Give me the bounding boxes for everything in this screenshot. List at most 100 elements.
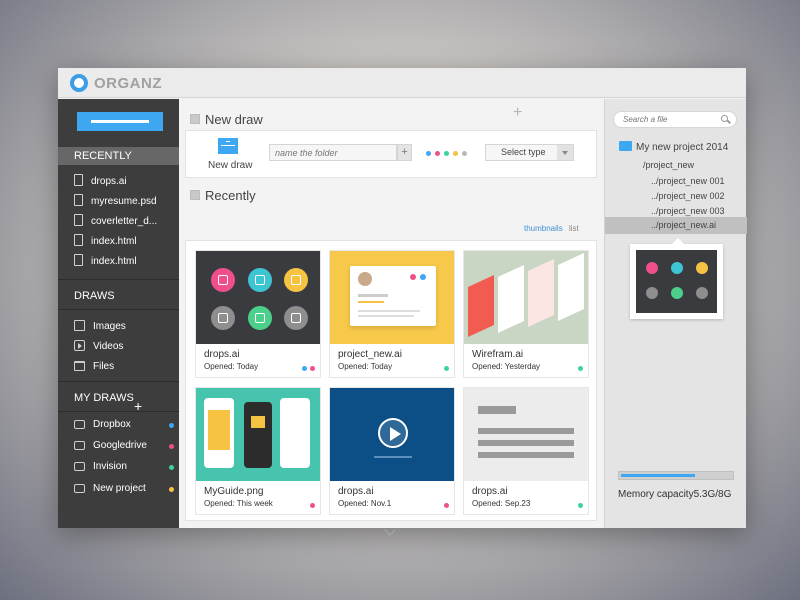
recent-file-item[interactable]: index.html <box>74 254 174 270</box>
search-input[interactable] <box>613 111 737 128</box>
new-draw-title: New draw <box>205 112 263 127</box>
thumbnail <box>464 251 588 344</box>
phone-mockup <box>280 398 310 468</box>
my-draws-item-googledrive[interactable]: Googledrive <box>74 438 174 454</box>
status-dot <box>410 274 416 280</box>
color-option[interactable] <box>426 151 431 156</box>
section-icon <box>190 190 200 200</box>
draws-item-videos[interactable]: Videos <box>74 339 174 355</box>
thumbnails-toggle[interactable]: thumbnails <box>524 224 563 233</box>
file-card[interactable]: Wirefram.ai Opened: Yesterday <box>463 250 589 378</box>
folder-name-input[interactable] <box>269 144 397 161</box>
heart-icon <box>696 262 708 274</box>
section-icon <box>190 114 200 124</box>
recent-files-panel: drops.ai Opened: Today project_new.ai Op… <box>185 240 597 536</box>
search-icon[interactable] <box>721 115 728 122</box>
tree-item-selected[interactable]: ../project_new.ai <box>651 220 716 230</box>
recent-file-item[interactable]: index.html <box>74 234 174 250</box>
tree-item[interactable]: ../project_new 001 <box>651 176 725 186</box>
placeholder-bar <box>478 452 574 458</box>
tree-item[interactable]: ../project_new 002 <box>651 191 725 201</box>
card-name: Wirefram.ai <box>472 349 524 360</box>
folder-icon <box>619 141 632 151</box>
card-meta: Opened: Yesterday <box>472 362 541 371</box>
status-dot <box>578 503 583 508</box>
card-name: project_new.ai <box>338 349 402 360</box>
play-triangle <box>390 427 401 441</box>
card-meta: Opened: Nov.1 <box>338 499 392 508</box>
trash-icon <box>248 268 272 292</box>
placeholder-bar <box>478 406 516 414</box>
chevron-down-icon[interactable] <box>384 524 396 536</box>
app-title: ORGANZ <box>94 75 162 92</box>
map-preview <box>208 410 230 450</box>
icon-glyph <box>255 313 265 323</box>
icon-glyph <box>218 313 228 323</box>
image-icon <box>74 320 85 331</box>
card-name: MyGuide.png <box>204 486 264 497</box>
icon-glyph <box>255 275 265 285</box>
file-card[interactable]: MyGuide.png Opened: This week <box>195 387 321 515</box>
avatar <box>358 272 372 286</box>
draws-header[interactable]: DRAWS <box>58 287 179 305</box>
swap-icon <box>646 262 658 274</box>
lightning-icon <box>211 306 235 330</box>
icon-glyph <box>291 275 301 285</box>
folder-icon <box>74 361 85 371</box>
divider <box>58 309 179 310</box>
document-icon <box>74 174 83 186</box>
screen-preview <box>251 416 265 428</box>
color-option[interactable] <box>462 151 467 156</box>
file-card[interactable]: drops.ai Opened: Nov.1 <box>329 387 455 515</box>
my-draws-item-new-project[interactable]: New project <box>74 481 174 497</box>
card-meta: Opened: This week <box>204 499 273 508</box>
file-icon <box>284 306 308 330</box>
card-name: drops.ai <box>204 349 240 360</box>
phone-mockup <box>468 274 494 338</box>
recent-file-item[interactable]: myresume.psd <box>74 194 174 210</box>
file-card[interactable]: drops.ai Opened: Today <box>195 250 321 378</box>
recent-file-item[interactable]: coverletter_d... <box>74 214 174 230</box>
color-option[interactable] <box>435 151 440 156</box>
tree-item[interactable]: /project_new <box>643 160 694 170</box>
document-icon <box>74 214 83 226</box>
video-icon <box>74 340 85 351</box>
draws-item-files[interactable]: Files <box>74 359 174 375</box>
thumbnail <box>330 388 454 481</box>
add-plus-icon[interactable]: + <box>513 104 522 122</box>
color-option[interactable] <box>453 151 458 156</box>
file-card[interactable]: project_new.ai Opened: Today <box>329 250 455 378</box>
recently-header[interactable]: RECENTLY <box>58 147 179 165</box>
new-button-bar <box>91 120 149 123</box>
thumbnail <box>196 251 320 344</box>
layout-icon <box>248 306 272 330</box>
file-card[interactable]: drops.ai Opened: Sep.23 <box>463 387 589 515</box>
icon-glyph <box>291 313 301 323</box>
recently-title: Recently <box>205 188 256 203</box>
logo-icon <box>70 74 88 92</box>
drive-icon <box>74 462 85 471</box>
list-toggle[interactable]: list <box>569 224 579 233</box>
new-draw-button[interactable]: New draw <box>208 160 252 171</box>
recent-file-item[interactable]: drops.ai <box>74 174 174 190</box>
tree-root[interactable]: My new project 2014 <box>619 141 728 153</box>
status-dot <box>169 444 174 449</box>
tree-item[interactable]: ../project_new 003 <box>651 206 725 216</box>
select-type-dropdown[interactable]: Select type <box>485 144 574 161</box>
drive-icon <box>74 484 85 493</box>
add-folder-button[interactable]: + <box>397 144 412 161</box>
status-dot <box>169 423 174 428</box>
status-dot <box>169 487 174 492</box>
new-draw-icon[interactable] <box>218 138 238 154</box>
card-meta: Opened: Today <box>204 362 259 371</box>
draws-item-images[interactable]: Images <box>74 319 174 335</box>
my-draws-item-dropbox[interactable]: Dropbox <box>74 417 174 433</box>
my-draws-header[interactable]: MY DRAWS <box>58 389 179 407</box>
new-button[interactable] <box>77 112 163 131</box>
my-draws-item-invision[interactable]: Invision <box>74 459 174 475</box>
card-meta: Opened: Sep.23 <box>472 499 531 508</box>
play-icon[interactable] <box>378 418 408 448</box>
color-option[interactable] <box>444 151 449 156</box>
select-type-value: Select type <box>501 147 546 157</box>
status-dot <box>444 503 449 508</box>
